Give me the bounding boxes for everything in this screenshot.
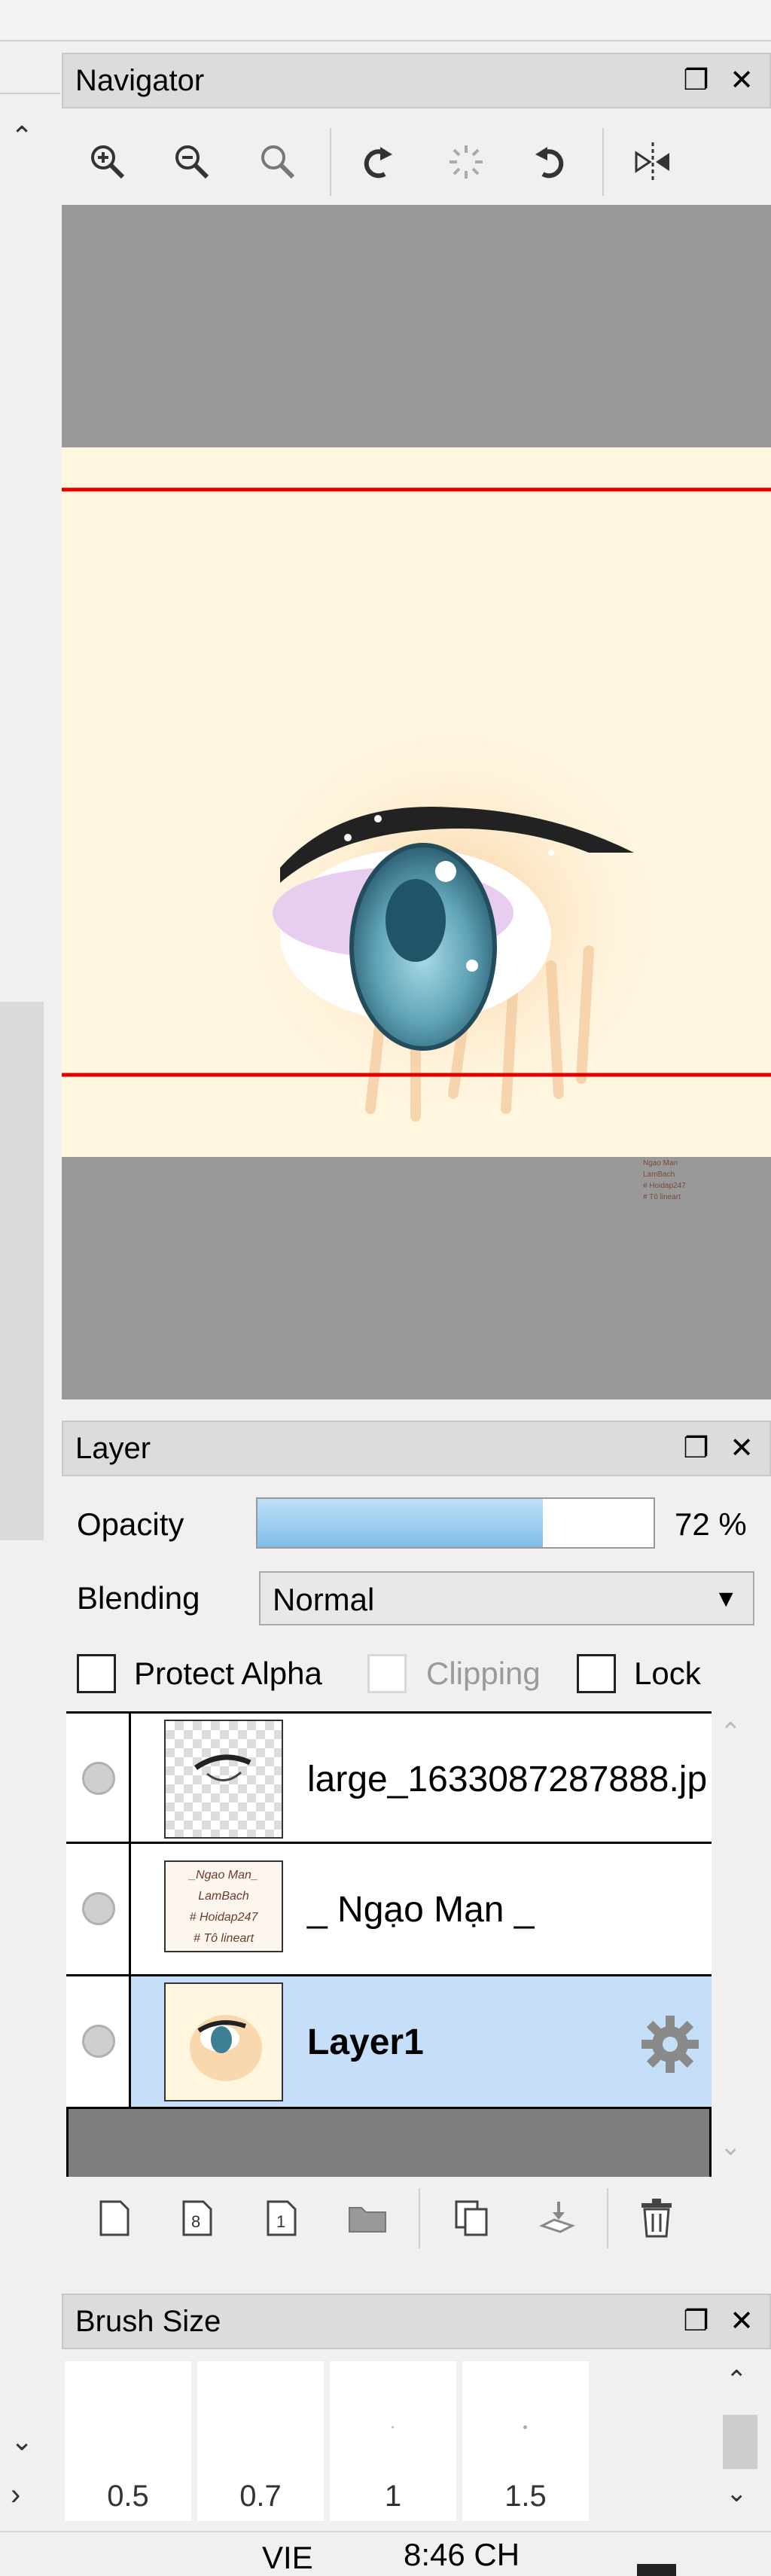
zoom-in-icon[interactable]: [81, 136, 134, 188]
lock-checkbox[interactable]: [577, 1654, 616, 1693]
layer-scroll-up-icon[interactable]: ⌃: [720, 1717, 742, 1747]
brush-size-option[interactable]: 0.5: [65, 2361, 191, 2521]
new-layer-icon[interactable]: [92, 2192, 137, 2245]
left-scrollbar-thumb[interactable]: [0, 1002, 44, 1540]
toolbar-separator: [602, 128, 604, 196]
toolbar-separator: [607, 2188, 608, 2248]
flip-horizontal-icon[interactable]: [626, 136, 679, 188]
merge-down-icon[interactable]: [533, 2192, 578, 2245]
float-panel-icon[interactable]: ❐: [677, 2295, 715, 2348]
brush-size-option[interactable]: 1.5: [462, 2361, 589, 2521]
brush-size-value: 1.5: [504, 2480, 547, 2513]
protect-alpha-checkbox[interactable]: [77, 1654, 116, 1693]
scroll-up-icon[interactable]: ⌃: [11, 121, 33, 152]
brush-size-value: 0.5: [107, 2480, 149, 2513]
brush-size-option[interactable]: 0.7: [197, 2361, 324, 2521]
layer-row[interactable]: _Ngao Man_ LamBach # Hoidap247 # Tô line…: [66, 1844, 712, 1976]
svg-text:Ngao Man: Ngao Man: [643, 1159, 678, 1167]
opacity-value: 72 %: [675, 1506, 747, 1542]
brush-size-value: 1: [384, 2480, 402, 2513]
close-panel-icon[interactable]: ✕: [723, 1422, 760, 1475]
layer-name: large_1633087287888.jp: [307, 1760, 708, 1799]
layer-settings-gear-icon[interactable]: [638, 2013, 702, 2080]
close-panel-icon[interactable]: ✕: [723, 2295, 760, 2348]
svg-text:1: 1: [276, 2212, 285, 2231]
toolbar-separator: [419, 2188, 420, 2248]
brush-size-option[interactable]: 1: [330, 2361, 456, 2521]
rotate-right-icon[interactable]: [524, 136, 577, 188]
opacity-slider-fill: [258, 1499, 543, 1547]
blending-select[interactable]: Normal ▼: [259, 1571, 754, 1625]
brush-size-value: 0.7: [239, 2480, 282, 2513]
blending-value: Normal: [273, 1582, 375, 1617]
layer-name: Layer1: [307, 2022, 424, 2062]
close-panel-icon[interactable]: ✕: [723, 54, 760, 107]
opacity-slider[interactable]: [256, 1497, 655, 1549]
layer-scroll-down-icon[interactable]: ⌄: [720, 2132, 742, 2162]
blending-label: Blending: [77, 1580, 200, 1616]
notification-icon[interactable]: [637, 2564, 676, 2576]
taskbar-time[interactable]: 8:46 CH: [404, 2537, 520, 2573]
brush-size-title: Brush Size: [75, 2305, 221, 2338]
new-1bit-layer-icon[interactable]: 1: [259, 2192, 304, 2245]
collapse-arrow-icon[interactable]: ›: [11, 2478, 20, 2512]
taskbar-language[interactable]: VIE: [262, 2540, 313, 2576]
rotate-left-icon[interactable]: [351, 136, 404, 188]
new-folder-icon[interactable]: [345, 2192, 390, 2245]
layer-thumbnail: [164, 1982, 283, 2101]
copy-layer-icon[interactable]: [449, 2192, 494, 2245]
float-panel-icon[interactable]: ❐: [677, 54, 715, 107]
thumbnail-text: LamBach: [198, 1890, 249, 1903]
toolbar-separator: [330, 128, 331, 196]
left-panel-edge: [0, 41, 60, 94]
layer-thumbnail: [164, 1720, 283, 1839]
layer-title: Layer: [75, 1432, 151, 1465]
brush-scroll-down-icon[interactable]: ⌄: [726, 2478, 748, 2508]
svg-text:8: 8: [191, 2212, 200, 2231]
navigator-preview[interactable]: Ngao Man LamBach # Hoidap247 # Tô linear…: [62, 205, 771, 1399]
navigator-title: Navigator: [75, 64, 205, 97]
brush-dot-icon: [523, 2425, 527, 2429]
brush-dot-icon: [392, 2426, 394, 2428]
thumbnail-text: # Tô lineart: [193, 1932, 254, 1945]
zoom-fit-icon[interactable]: [251, 136, 304, 188]
delete-layer-icon[interactable]: [634, 2192, 679, 2245]
layer-row-selected[interactable]: Layer1: [66, 1976, 712, 2109]
visibility-toggle-icon[interactable]: [82, 2025, 115, 2058]
layer-thumbnail: _Ngao Man_ LamBach # Hoidap247 # Tô line…: [164, 1860, 283, 1952]
opacity-label: Opacity: [77, 1506, 184, 1542]
canvas-thumbnail: Ngao Man LamBach # Hoidap247 # Tô linear…: [62, 447, 771, 1201]
visibility-toggle-icon[interactable]: [82, 1762, 115, 1795]
float-panel-icon[interactable]: ❐: [677, 1422, 715, 1475]
scroll-down-icon[interactable]: ⌄: [11, 2425, 33, 2457]
chevron-down-icon: ▼: [714, 1585, 738, 1612]
visibility-toggle-icon[interactable]: [82, 1892, 115, 1925]
svg-text:# Tô lineart: # Tô lineart: [643, 1193, 681, 1201]
brush-size-header: Brush Size ❐ ✕: [62, 2294, 771, 2349]
clipping-checkbox[interactable]: [367, 1654, 407, 1693]
svg-text:LamBach: LamBach: [643, 1170, 675, 1179]
navigator-header: Navigator ❐ ✕: [62, 53, 771, 108]
new-8bit-layer-icon[interactable]: 8: [175, 2192, 220, 2245]
layer-name: _ Ngạo Mạn _: [307, 1890, 535, 1930]
protect-alpha-label: Protect Alpha: [134, 1656, 322, 1691]
brush-scroll-up-icon[interactable]: ⌃: [726, 2365, 748, 2395]
reset-rotation-icon[interactable]: [440, 136, 492, 188]
layer-header: Layer ❐ ✕: [62, 1421, 771, 1476]
layer-row[interactable]: large_1633087287888.jp: [66, 1711, 712, 1844]
thumbnail-text: _Ngao Man_: [189, 1869, 258, 1882]
top-strip: [0, 0, 771, 41]
brush-scrollbar-thumb[interactable]: [723, 2415, 757, 2469]
zoom-out-icon[interactable]: [166, 136, 218, 188]
svg-text:# Hoidap247: # Hoidap247: [643, 1182, 686, 1190]
thumbnail-text: # Hoidap247: [189, 1911, 258, 1924]
lock-label: Lock: [634, 1656, 701, 1691]
clipping-label: Clipping: [426, 1656, 541, 1691]
